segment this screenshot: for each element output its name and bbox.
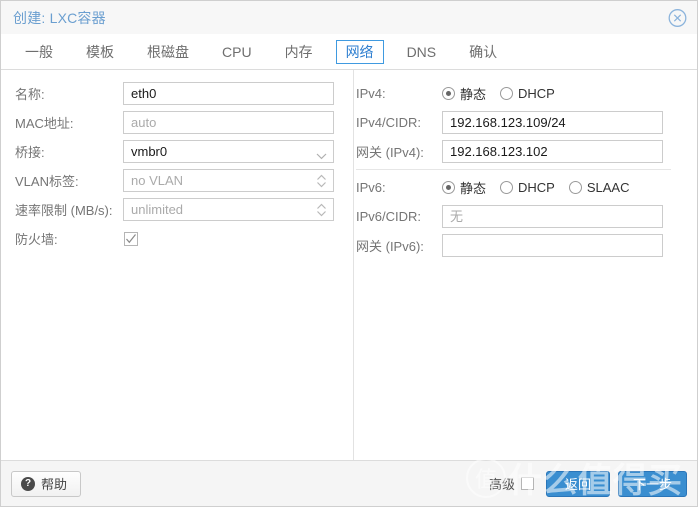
ipv4-mode-option-dhcp[interactable]: DHCP — [500, 86, 555, 101]
tab-cpu[interactable]: CPU — [212, 40, 262, 64]
help-button[interactable]: ? 帮助 — [11, 470, 82, 497]
ipv4-gateway-value: 192.168.123.102 — [450, 144, 548, 159]
ipv6-mode-option-slaac[interactable]: SLAAC — [568, 180, 630, 195]
ipv6-mode-option-dhcp[interactable]: DHCP — [500, 180, 555, 195]
ipv6-slaac-label: SLAAC — [586, 180, 630, 195]
section-divider — [356, 169, 671, 170]
advanced-toggle[interactable]: 高级 — [489, 474, 534, 493]
ipv4-cidr-label: IPv4/CIDR: — [356, 115, 422, 130]
ipv4-cidr-value: 192.168.123.109/24 — [450, 115, 566, 130]
name-input[interactable]: eth0 — [123, 82, 334, 105]
vlan-stepper[interactable]: no VLAN — [123, 169, 334, 192]
bridge-label: 桥接: — [15, 145, 45, 160]
mac-label: MAC地址: — [15, 116, 74, 131]
ipv6-cidr-input[interactable]: 无 — [442, 205, 663, 228]
ipv6-gateway-label: 网关 (IPv6): — [356, 239, 424, 254]
dialog-title: 创建: LXC容器 — [13, 9, 106, 26]
footer-actions: 高级 返回 下一步 — [489, 470, 687, 497]
rate-limit-label: 速率限制 (MB/s): — [15, 203, 113, 218]
network-form-panel: 名称: eth0 MAC地址: auto 桥接: vmbr0 VLAN标签: n… — [1, 69, 697, 461]
dialog-titlebar: 创建: LXC容器 — [1, 1, 697, 34]
close-icon[interactable] — [668, 8, 687, 27]
vlan-value: no VLAN — [131, 173, 184, 188]
radio-selected-icon — [442, 181, 455, 194]
field-row-ipv4-gateway: 网关 (IPv4): 192.168.123.102 — [356, 137, 697, 166]
help-button-label: 帮助 — [41, 477, 68, 492]
radio-unselected-icon — [568, 181, 582, 194]
vlan-label: VLAN标签: — [15, 174, 79, 189]
ipv6-mode-option-static[interactable]: 静态 — [442, 178, 486, 197]
ipv4-dhcp-label: DHCP — [518, 86, 555, 101]
firewall-checkbox[interactable] — [124, 231, 138, 246]
field-row-name: 名称: eth0 — [15, 79, 353, 108]
tab-root-disk[interactable]: 根磁盘 — [137, 40, 199, 64]
radio-unselected-icon — [500, 181, 514, 194]
ipv4-cidr-input[interactable]: 192.168.123.109/24 — [442, 111, 663, 134]
ipv4-static-label: 静态 — [460, 87, 487, 102]
ipv6-mode-radio-group: 静态 DHCP SLAAC — [442, 178, 644, 197]
question-mark-icon: ? — [21, 476, 35, 491]
back-button[interactable]: 返回 — [545, 470, 610, 497]
ipv6-cidr-value: 无 — [450, 209, 464, 224]
chevron-down-icon — [316, 148, 327, 159]
name-value: eth0 — [131, 86, 157, 101]
field-row-rate-limit: 速率限制 (MB/s): unlimited — [15, 195, 353, 224]
mac-value: auto — [131, 115, 157, 130]
create-lxc-container-dialog: 创建: LXC容器 一般 模板 根磁盘 CPU 内存 网络 DNS 确认 名称:… — [0, 0, 698, 507]
field-row-mac: MAC地址: auto — [15, 108, 353, 137]
ipv6-dhcp-label: DHCP — [518, 180, 555, 195]
dialog-footer: ? 帮助 高级 返回 下一步 值 什么值得买 — [1, 457, 697, 506]
next-button[interactable]: 下一步 — [617, 470, 687, 497]
ipv6-static-label: 静态 — [460, 181, 487, 196]
ipv4-gateway-input[interactable]: 192.168.123.102 — [442, 140, 663, 163]
bridge-select[interactable]: vmbr0 — [123, 140, 334, 163]
rate-limit-value: unlimited — [131, 202, 184, 217]
bridge-value: vmbr0 — [131, 144, 168, 159]
ipv4-mode-option-static[interactable]: 静态 — [442, 84, 486, 103]
tab-dns[interactable]: DNS — [397, 40, 447, 64]
advanced-checkbox[interactable] — [520, 477, 534, 490]
ipv4-mode-radio-group: 静态 DHCP — [442, 84, 569, 103]
spinner-up-down-icon[interactable] — [316, 173, 327, 188]
ipv6-gateway-input[interactable] — [442, 234, 663, 257]
field-row-firewall: 防火墙: — [15, 224, 353, 253]
field-row-ipv6-mode: IPv6: 静态 DHCP SLAAC — [356, 173, 697, 202]
firewall-label: 防火墙: — [15, 232, 58, 247]
mac-input[interactable]: auto — [123, 111, 334, 134]
field-row-bridge: 桥接: vmbr0 — [15, 137, 353, 166]
advanced-label: 高级 — [488, 477, 515, 492]
ipv4-gateway-label: 网关 (IPv4): — [356, 145, 424, 160]
spinner-up-down-icon[interactable] — [316, 202, 327, 217]
field-row-vlan: VLAN标签: no VLAN — [15, 166, 353, 195]
ipv6-mode-label: IPv6: — [356, 180, 386, 195]
field-row-ipv4-cidr: IPv4/CIDR: 192.168.123.109/24 — [356, 108, 697, 137]
ipv6-cidr-label: IPv6/CIDR: — [356, 209, 422, 224]
next-button-label: 下一步 — [632, 477, 672, 492]
tab-network[interactable]: 网络 — [335, 39, 384, 64]
back-button-label: 返回 — [564, 477, 591, 492]
tab-memory[interactable]: 内存 — [275, 40, 323, 64]
form-column-right: IPv4: 静态 DHCP IPv4/CIDR: 192.168.123.109… — [353, 79, 697, 460]
field-row-ipv6-cidr: IPv6/CIDR: 无 — [356, 202, 697, 231]
tab-bar: 一般 模板 根磁盘 CPU 内存 网络 DNS 确认 — [1, 34, 697, 69]
name-label: 名称: — [15, 87, 45, 102]
radio-unselected-icon — [500, 87, 514, 100]
tab-template[interactable]: 模板 — [76, 40, 124, 64]
field-row-ipv4-mode: IPv4: 静态 DHCP — [356, 79, 697, 108]
rate-limit-stepper[interactable]: unlimited — [123, 198, 334, 221]
field-row-ipv6-gateway: 网关 (IPv6): — [356, 231, 697, 260]
tab-confirm[interactable]: 确认 — [459, 40, 507, 64]
tab-general[interactable]: 一般 — [15, 40, 63, 64]
ipv4-mode-label: IPv4: — [356, 86, 386, 101]
form-column-left: 名称: eth0 MAC地址: auto 桥接: vmbr0 VLAN标签: n… — [1, 79, 353, 460]
radio-selected-icon — [442, 87, 455, 100]
